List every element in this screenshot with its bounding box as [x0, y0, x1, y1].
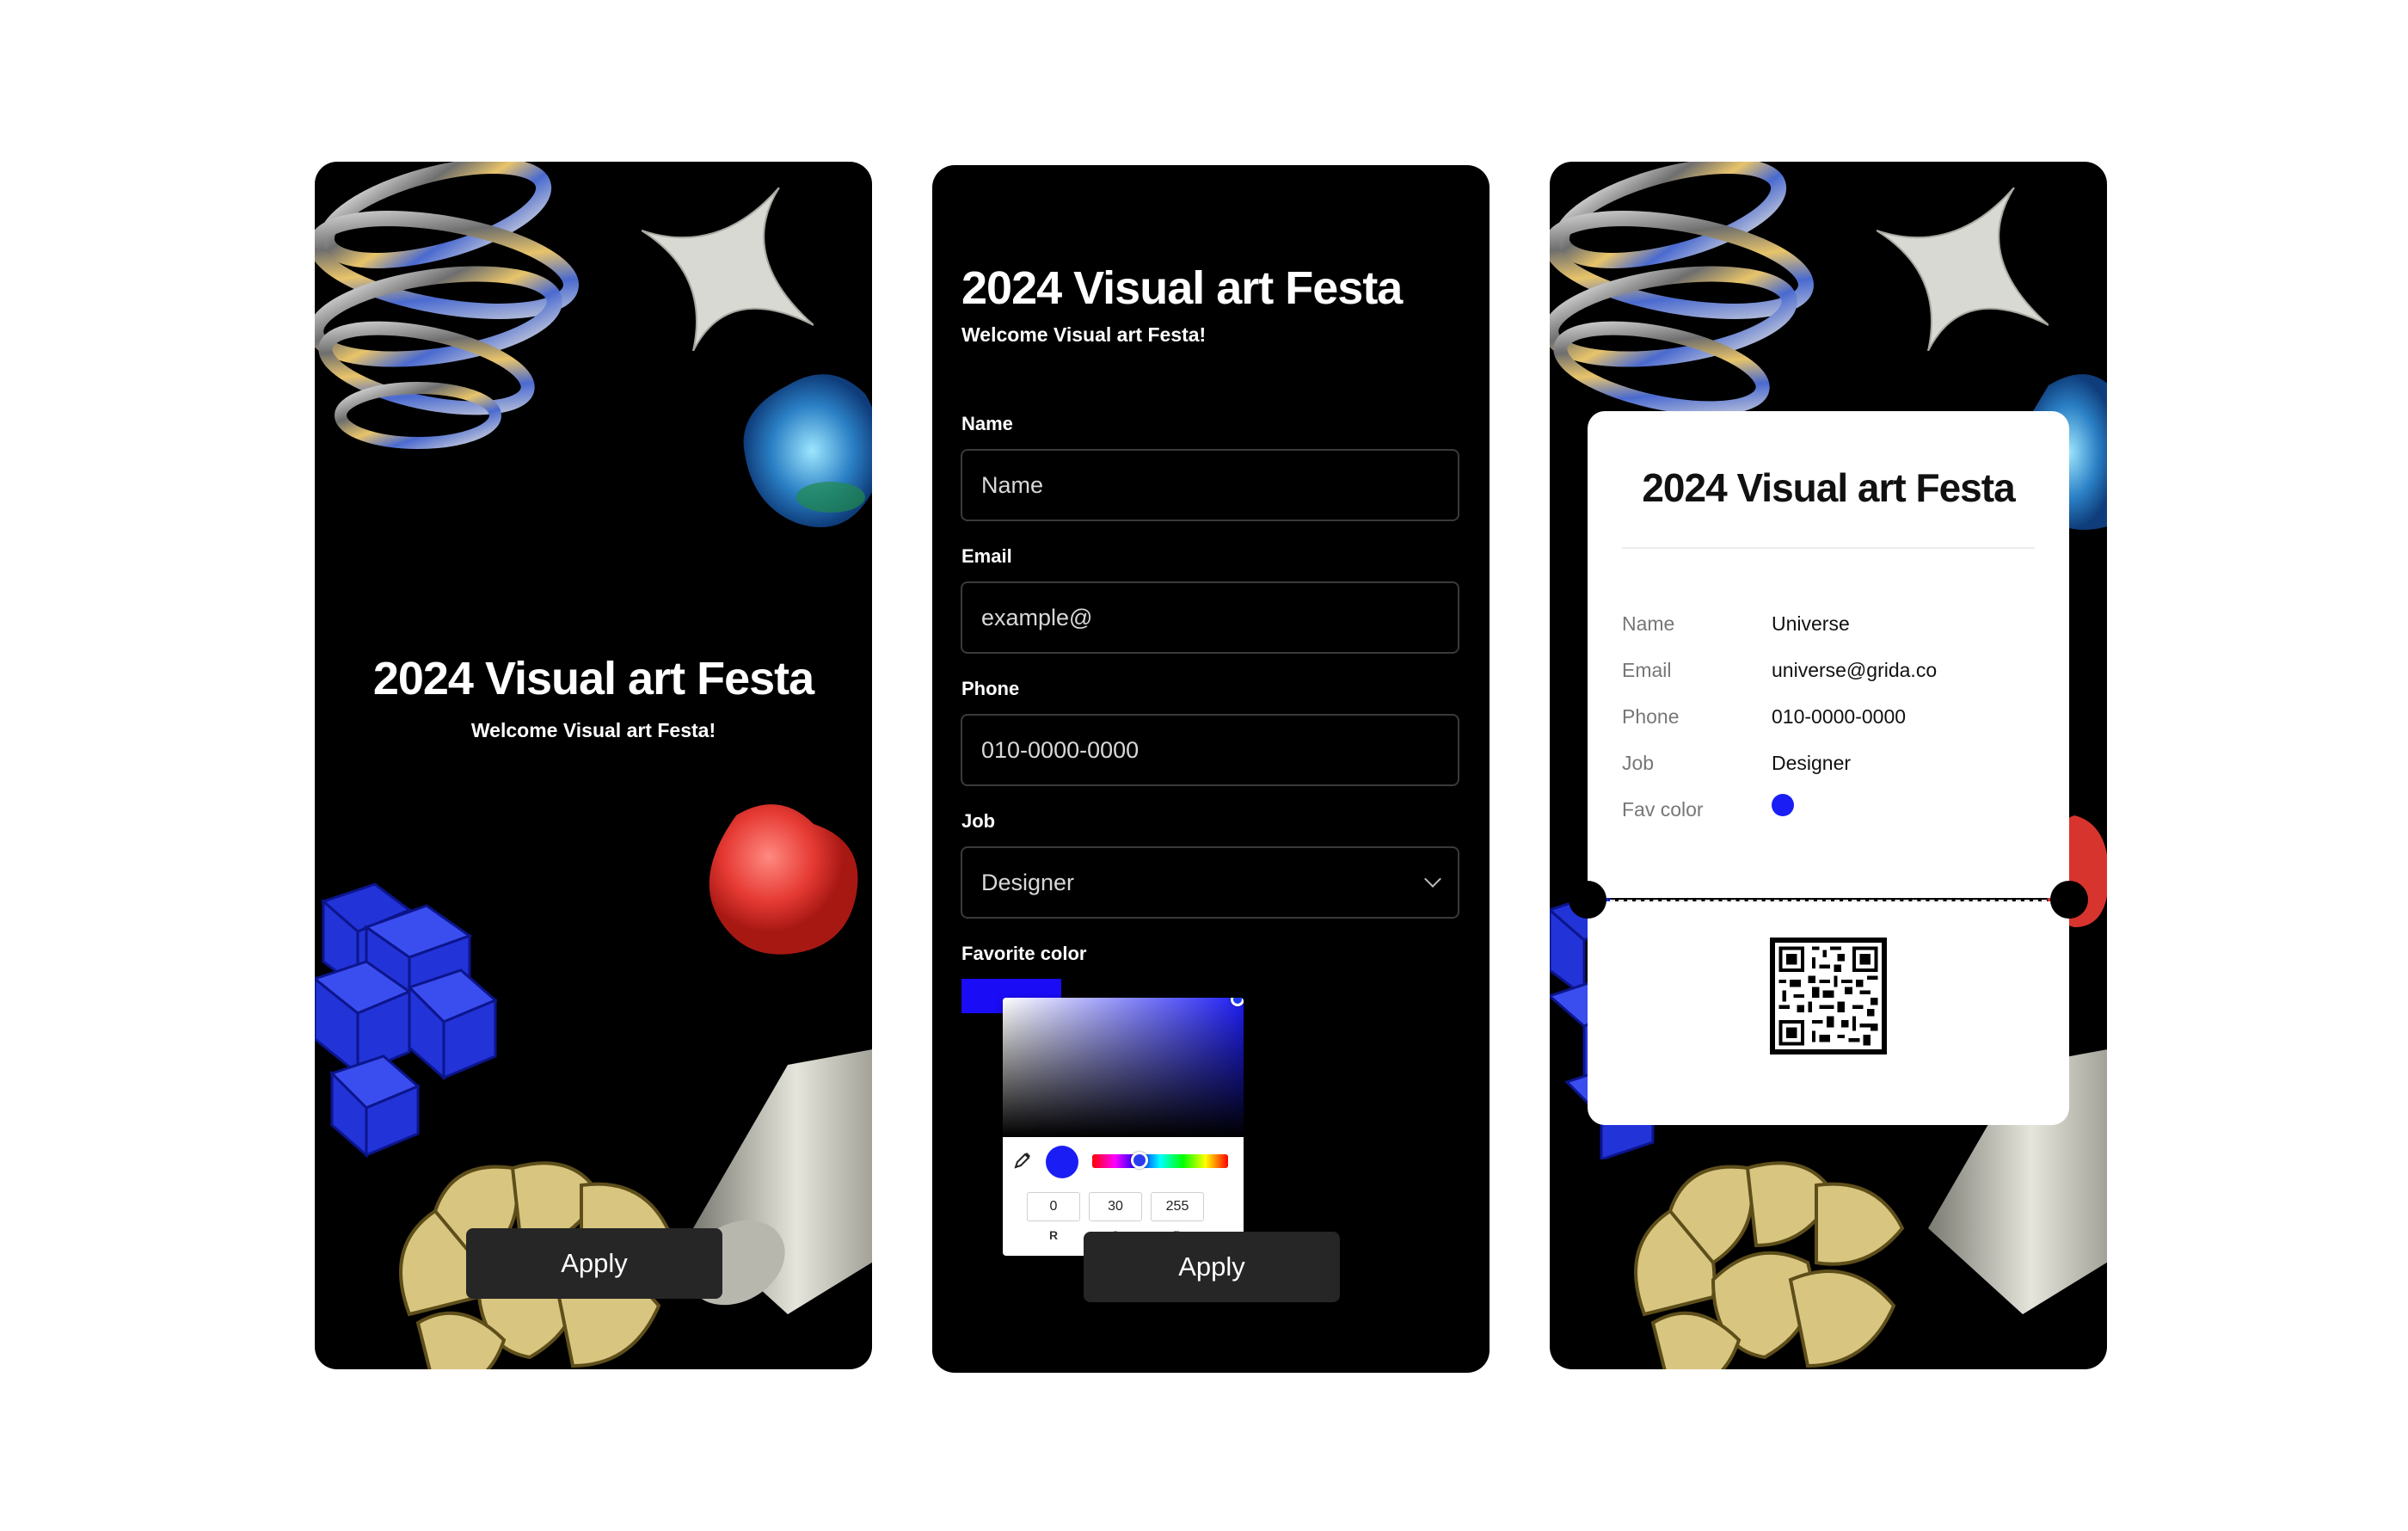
ticket-name-value: Universe — [1772, 612, 1850, 635]
blue-blob-icon — [743, 374, 872, 527]
welcome-screen: 2024 Visual art Festa Welcome Visual art… — [315, 162, 872, 1369]
form-subtitle: Welcome Visual art Festa! — [961, 323, 1207, 346]
ticket-phone-key: Phone — [1622, 705, 1680, 728]
ticket-stub — [1588, 901, 2069, 1125]
ticket-email-value: universe@grida.co — [1772, 659, 1938, 681]
favorite-color-label: Favorite color — [961, 943, 1087, 964]
ticket-notch-right — [2050, 881, 2088, 919]
apply-button[interactable]: Apply — [466, 1228, 722, 1299]
color-picker-popover: 0 30 255 R G B — [1003, 998, 1244, 1256]
ticket-title: 2024 Visual art Festa — [1642, 465, 2015, 510]
page-subtitle: Welcome Visual art Festa! — [470, 719, 716, 741]
glass-spiral-icon — [315, 162, 579, 449]
ticket-favcolor-dot — [1772, 794, 1794, 816]
saturation-area[interactable] — [1003, 998, 1244, 1137]
email-field[interactable]: example@ — [961, 581, 1459, 654]
job-label: Job — [961, 810, 996, 832]
ticket-divider — [1622, 547, 2035, 549]
blue-value-input[interactable]: 255 — [1151, 1192, 1204, 1221]
email-placeholder: example@ — [981, 604, 1093, 630]
job-select[interactable]: Designer — [961, 846, 1459, 919]
ticket-job-value: Designer — [1772, 752, 1852, 774]
ticket-job-key: Job — [1622, 752, 1655, 774]
gold-flower-icon — [1634, 1161, 1905, 1369]
current-color-preview — [1046, 1146, 1078, 1178]
red-label: R — [1048, 1228, 1059, 1242]
ticket-card: 2024 Visual art Festa Name Universe Emai… — [1588, 411, 2069, 898]
name-label: Name — [961, 413, 1013, 434]
phone-field[interactable]: 010-0000-0000 — [961, 714, 1459, 786]
name-placeholder: Name — [981, 471, 1044, 498]
star-shape-icon — [642, 188, 814, 351]
qr-code-icon — [1770, 938, 1887, 1054]
blue-cubes-icon — [315, 882, 498, 1159]
page-title: 2024 Visual art Festa — [372, 653, 814, 704]
ticket-perforation — [1610, 900, 2047, 901]
eyedropper-icon[interactable] — [1013, 1151, 1032, 1170]
registration-form-screen: 2024 Visual art Festa Welcome Visual art… — [932, 165, 1490, 1373]
ticket-screen: 2024 Visual art Festa Name Universe Emai… — [1550, 162, 2107, 1369]
star-shape-icon — [1877, 188, 2049, 351]
name-field[interactable]: Name — [961, 449, 1459, 521]
ticket-phone-value: 010-0000-0000 — [1772, 705, 1907, 728]
red-blob-icon — [709, 804, 858, 955]
hue-slider[interactable] — [1092, 1152, 1228, 1169]
ticket-name-key: Name — [1622, 612, 1675, 635]
email-label: Email — [961, 545, 1012, 567]
red-value-input[interactable]: 0 — [1027, 1192, 1080, 1221]
ticket-notch-left — [1569, 881, 1606, 919]
job-selected-value: Designer — [981, 869, 1075, 895]
hue-slider-knob[interactable] — [1131, 1152, 1149, 1169]
green-value-input[interactable]: 30 — [1089, 1192, 1142, 1221]
apply-button[interactable]: Apply — [1084, 1232, 1340, 1302]
chevron-down-icon — [1424, 870, 1441, 888]
form-title: 2024 Visual art Festa — [961, 262, 1403, 314]
ticket-email-key: Email — [1622, 659, 1672, 681]
ticket-favcolor-key: Fav color — [1622, 798, 1704, 821]
phone-placeholder: 010-0000-0000 — [981, 736, 1140, 763]
phone-label: Phone — [961, 678, 1020, 699]
